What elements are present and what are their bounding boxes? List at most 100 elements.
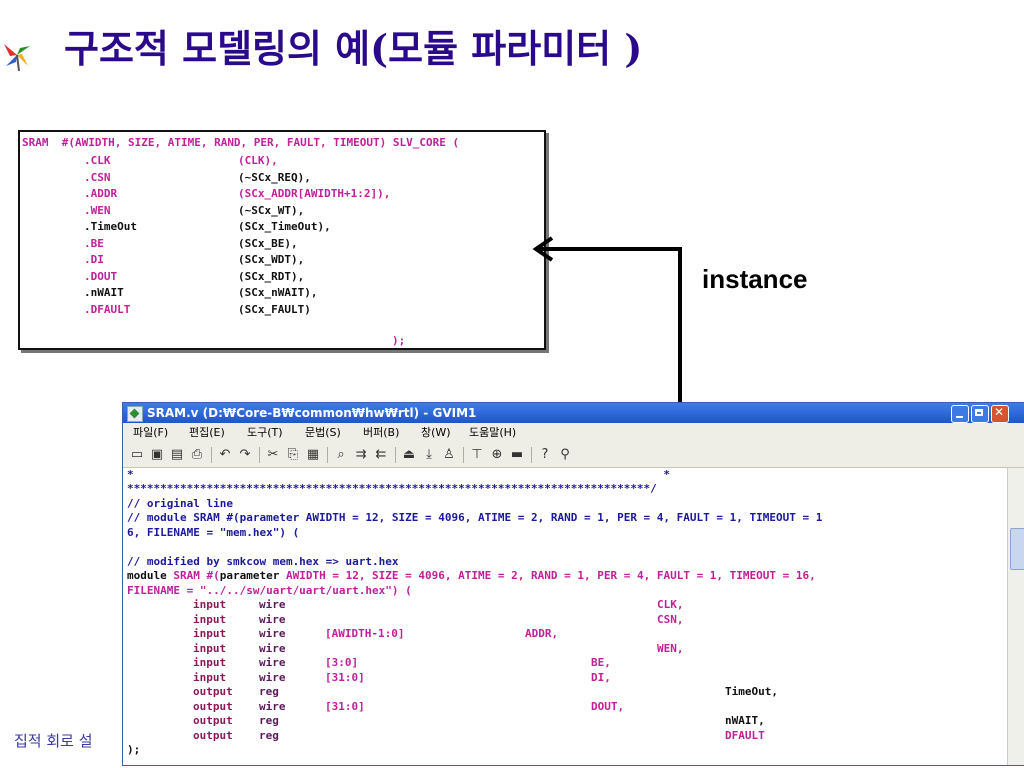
menu-syntax[interactable]: 문법(S): [305, 425, 341, 441]
print-icon[interactable]: ⎙: [189, 447, 205, 463]
editor-line: FILENAME = "../../sw/uart/uart/uart.hex"…: [127, 584, 412, 597]
instance-closing: );: [392, 334, 406, 347]
instance-port-connection: (SCx_BE),: [238, 236, 298, 250]
instance-port-connection: (SCx_TimeOut),: [238, 220, 331, 233]
instance-port-name: .BE: [84, 236, 104, 250]
copy-icon[interactable]: ⎘: [285, 447, 301, 463]
gvim-app-icon[interactable]: [127, 406, 143, 422]
open-icon[interactable]: ▭: [129, 447, 145, 463]
help-icon[interactable]: ?: [537, 447, 553, 463]
run-script-icon[interactable]: ♙: [441, 447, 457, 463]
close-button[interactable]: [991, 405, 1009, 423]
toolbar-separator: [395, 447, 396, 463]
port-type: wire: [259, 699, 286, 713]
instance-port-name: .nWAIT: [84, 286, 124, 299]
editor-text-area[interactable]: * * ************************************…: [123, 468, 1007, 765]
cut-icon[interactable]: ✂: [265, 447, 281, 463]
instance-port-name: .ADDR: [84, 187, 118, 200]
minimize-button[interactable]: [951, 405, 969, 423]
footer-course-title: 집적 회로 설: [14, 732, 93, 750]
port-direction: output: [193, 685, 233, 698]
port-direction: output: [193, 699, 233, 713]
port-name: DFAULT: [725, 728, 765, 742]
vertical-scrollbar[interactable]: [1007, 468, 1024, 765]
instance-port-name: .DFAULT: [84, 302, 131, 316]
editor-line: * *: [127, 468, 671, 481]
window-title: SRAM.v (D:₩Core-B₩common₩hw₩rtl) - GVIM1: [147, 406, 477, 420]
port-type: wire: [259, 641, 286, 655]
port-direction: input: [193, 670, 227, 684]
paste-icon[interactable]: ▦: [305, 447, 321, 463]
scrollbar-thumb[interactable]: [1010, 528, 1024, 570]
port-range: [31:0]: [325, 699, 365, 713]
editor-line: // original line: [127, 497, 233, 510]
instance-port-connection: (~SCx_REQ),: [238, 170, 311, 184]
editor-line: );: [127, 743, 141, 756]
tags-icon[interactable]: ▬: [509, 447, 525, 463]
port-name: CLK,: [657, 598, 684, 611]
port-name: TimeOut,: [725, 685, 778, 698]
instance-port-connection: (SCx_WDT),: [238, 253, 305, 266]
toolbar-separator: [211, 447, 212, 463]
port-range: [AWIDTH-1:0]: [325, 627, 405, 640]
port-type: wire: [259, 598, 286, 611]
port-name: nWAIT,: [725, 714, 765, 727]
port-direction: input: [193, 656, 227, 669]
instance-code-box: SRAM #(AWIDTH, SIZE, ATIME, RAND, PER, F…: [18, 130, 546, 350]
port-range: [31:0]: [325, 670, 365, 684]
module-decl-a: SRAM #(: [166, 569, 220, 582]
port-name: ADDR,: [525, 627, 559, 640]
shell-icon[interactable]: ⊕: [489, 447, 505, 463]
save-session-icon[interactable]: ⤓: [421, 447, 437, 463]
port-direction: input: [193, 627, 227, 640]
gvim-window[interactable]: SRAM.v (D:₩Core-B₩common₩hw₩rtl) - GVIM1…: [122, 402, 1024, 766]
save-all-icon[interactable]: ▤: [169, 447, 185, 463]
menu-file[interactable]: 파일(F): [133, 425, 168, 441]
menu-tools[interactable]: 도구(T): [247, 425, 283, 441]
save-icon[interactable]: ▣: [149, 447, 165, 463]
instance-port-connection: (SCx_RDT),: [238, 269, 305, 283]
menu-help[interactable]: 도움말(H): [469, 425, 516, 441]
editor-line: 6, FILENAME = "mem.hex") (: [127, 526, 300, 539]
port-direction: output: [193, 728, 233, 742]
port-type: reg: [259, 728, 279, 742]
instance-label: instance: [702, 264, 808, 294]
instance-module-name: SRAM: [22, 136, 49, 149]
instance-port-name: .TimeOut: [84, 220, 137, 233]
redo-icon[interactable]: ↷: [237, 447, 253, 463]
instance-header-params: #(AWIDTH, SIZE, ATIME, RAND, PER, FAULT,…: [61, 136, 460, 149]
toolbar: ▭ ▣ ▤ ⎙ ↶ ↷ ✂ ⎘ ▦ ⌕ ⇉ ⇇ ⏏ ⤓ ♙ ⊤ ⊕ ▬ ? ⚲: [123, 443, 1024, 468]
editor-line: // module SRAM #(parameter AWIDTH = 12, …: [127, 511, 823, 524]
instance-port-name: .WEN: [84, 203, 111, 217]
title-main: 구조적 모델링의 예: [64, 27, 371, 71]
instance-port-connection: (SCx_ADDR[AWIDTH+1:2]),: [238, 187, 391, 200]
instance-port-name: .DOUT: [84, 269, 118, 283]
make-icon[interactable]: ⊤: [469, 447, 485, 463]
window-titlebar[interactable]: SRAM.v (D:₩Core-B₩common₩hw₩rtl) - GVIM1: [123, 403, 1024, 423]
load-session-icon[interactable]: ⏏: [401, 447, 417, 463]
menu-window[interactable]: 창(W): [421, 425, 451, 441]
maximize-button[interactable]: [971, 405, 989, 423]
menu-buffers[interactable]: 버퍼(B): [363, 425, 399, 441]
module-decl-b: AWIDTH = 12, SIZE = 4096, ATIME = 2, RAN…: [279, 569, 816, 582]
port-type: wire: [259, 612, 286, 626]
module-keyword: module: [127, 569, 167, 582]
port-type: reg: [259, 714, 279, 727]
instance-header-line: SRAM #(AWIDTH, SIZE, ATIME, RAND, PER, F…: [22, 136, 459, 150]
port-direction: input: [193, 612, 227, 626]
port-direction: output: [193, 714, 233, 727]
instance-port-name: .CSN: [84, 170, 111, 184]
find-icon[interactable]: ⌕: [333, 447, 349, 463]
port-name: CSN,: [657, 612, 684, 626]
toolbar-separator: [463, 447, 464, 463]
instance-port-name: .DI: [84, 253, 104, 266]
find-next-icon[interactable]: ⇉: [353, 447, 369, 463]
port-direction: input: [193, 598, 227, 611]
find-prev-icon[interactable]: ⇇: [373, 447, 389, 463]
port-type: wire: [259, 627, 286, 640]
instance-port-connection: (SCx_FAULT): [238, 302, 311, 316]
port-type: wire: [259, 656, 286, 669]
menu-edit[interactable]: 편집(E): [189, 425, 225, 441]
undo-icon[interactable]: ↶: [217, 447, 233, 463]
find-help-icon[interactable]: ⚲: [557, 447, 573, 463]
